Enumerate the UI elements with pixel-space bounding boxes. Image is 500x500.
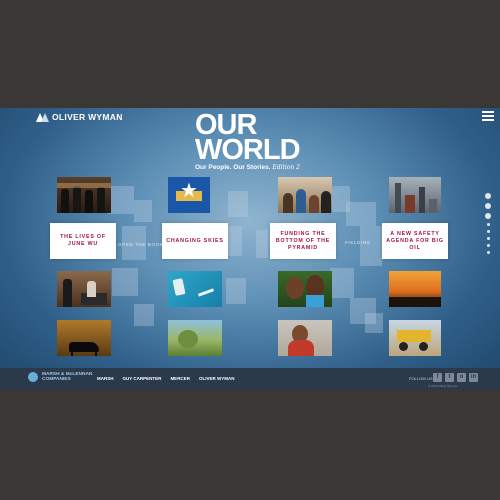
story-photo-orchestra[interactable] [57, 177, 111, 213]
footer-link-marsh[interactable]: MARSH [97, 376, 114, 381]
story-card-funding-pyramid[interactable]: FUNDING THE BOTTOM OF THE PYRAMID [270, 223, 336, 259]
brand-name: OLIVER WYMAN [52, 112, 123, 122]
ghost-tile [365, 313, 383, 333]
story-photo-truck[interactable] [389, 320, 441, 356]
story-photo-recital[interactable] [57, 271, 111, 307]
side-nav-dot[interactable] [485, 193, 491, 199]
story-card-safety-agenda[interactable]: A NEW SAFETY AGENDA FOR BIG OIL [382, 223, 448, 259]
story-photo-aerial[interactable] [168, 271, 222, 307]
story-card-june-wu[interactable]: THE LIVES OF JUNE WU [50, 223, 116, 259]
hero-title-block: OUR WORLD Our People. Our Stories. Editi… [195, 111, 325, 172]
side-nav-dot[interactable] [486, 251, 490, 254]
brand-link[interactable]: OLIVER WYMAN [36, 112, 123, 122]
ghost-tile [134, 200, 152, 222]
hero-subtitle: Our People. Our Stories. Edition 2 [195, 164, 325, 171]
story-photo-sunset[interactable] [389, 271, 441, 307]
story-photo-children[interactable] [278, 271, 332, 307]
parent-company-logo[interactable]: MARSH & McLENNAN COMPANIES [28, 372, 92, 382]
hero-title-line2: WORLD [195, 134, 301, 166]
side-nav-dot[interactable] [486, 244, 490, 247]
story-photo-woman[interactable] [278, 320, 332, 356]
ghost-tile [256, 230, 268, 258]
ghost-tile [134, 304, 154, 326]
hamburger-menu-icon[interactable] [482, 111, 494, 121]
side-nav-dot[interactable] [485, 213, 491, 219]
parent-company-line2: COMPANIES [42, 377, 71, 382]
oliver-wyman-logo-icon [36, 112, 49, 122]
story-photo-refinery[interactable] [389, 177, 441, 213]
star-icon: ★ [180, 180, 198, 202]
side-nav-dot[interactable] [485, 203, 491, 209]
ghost-tile [226, 278, 246, 304]
linkedin-icon[interactable]: in [469, 373, 478, 382]
ghost-tile [346, 202, 376, 226]
ghost-tile [108, 186, 134, 214]
ghost-tile [330, 268, 354, 298]
site-frame: OLIVER WYMAN OUR WORLD Our People. Our S… [0, 108, 500, 390]
site-footer: MARSH & McLENNAN COMPANIES MARSH GUY CAR… [0, 368, 500, 390]
side-nav-dot[interactable] [486, 223, 490, 226]
parent-company-name: MARSH & McLENNAN COMPANIES [42, 372, 92, 382]
social-links: f t o in [433, 373, 478, 382]
copyright-text: © 2014 Oliver Wyman [428, 384, 458, 388]
footer-link-guy-carpenter[interactable]: GUY CARPENTER [123, 376, 162, 381]
follow-label: FOLLOW US [409, 376, 433, 381]
ghost-tile [360, 226, 382, 266]
ghost-tile [228, 191, 248, 217]
marsh-mclennan-logo-icon [28, 372, 38, 382]
twitter-icon[interactable]: t [445, 373, 454, 382]
footer-links: MARSH GUY CARPENTER MERCER OLIVER WYMAN [97, 376, 234, 381]
hero-edition: Edition 2 [272, 164, 300, 171]
footer-link-oliver-wyman[interactable]: OLIVER WYMAN [199, 376, 235, 381]
ghost-story-label: OPEN THE BOOKS [118, 242, 168, 247]
story-photo-piano[interactable] [57, 320, 111, 356]
story-photo-flag[interactable]: ★ [168, 177, 210, 213]
story-card-changing-skies[interactable]: CHANGING SKIES [162, 223, 228, 259]
hero-subtitle-text: Our People. Our Stories. [195, 164, 271, 171]
ghost-tile [112, 268, 138, 296]
side-nav-dot[interactable] [486, 237, 490, 240]
side-nav-dot[interactable] [486, 230, 490, 233]
footer-link-mercer[interactable]: MERCER [170, 376, 190, 381]
story-photo-group[interactable] [278, 177, 332, 213]
ghost-tile [228, 226, 242, 256]
instagram-icon[interactable]: o [457, 373, 466, 382]
facebook-icon[interactable]: f [433, 373, 442, 382]
ghost-story-label: FIELDING [345, 240, 371, 245]
story-photo-landscape[interactable] [168, 320, 222, 356]
side-navigation [484, 193, 492, 258]
